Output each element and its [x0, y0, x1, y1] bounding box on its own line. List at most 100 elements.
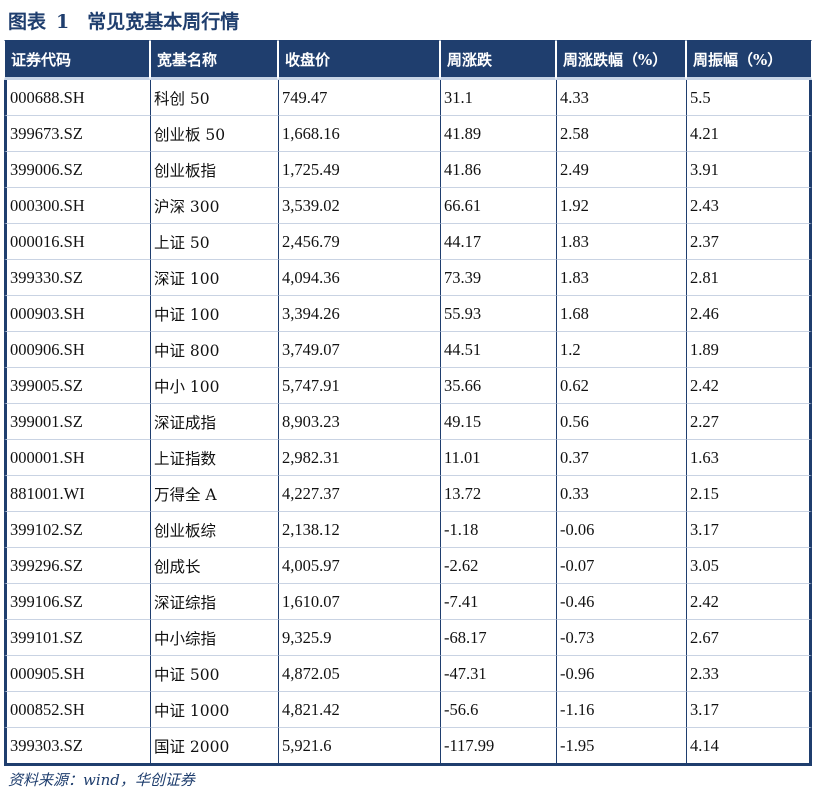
- cell-weekly-amplitude-pct: 3.17: [686, 692, 812, 728]
- header-close-price: 收盘价: [278, 40, 440, 80]
- cell-close-price: 1,610.07: [278, 584, 440, 620]
- header-security-code: 证券代码: [4, 40, 150, 80]
- index-quote-table: 证券代码 宽基名称 收盘价 周涨跌 周涨跌幅（%） 周振幅（%） 000688.…: [4, 40, 812, 766]
- table-row: 399296.SZ 创成长 4,005.97 -2.62 -0.07 3.05: [4, 548, 812, 584]
- cell-weekly-change: 35.66: [440, 368, 556, 404]
- cell-security-code: 399673.SZ: [4, 116, 150, 152]
- cell-weekly-amplitude-pct: 2.43: [686, 188, 812, 224]
- cell-weekly-change-pct: 0.62: [556, 368, 686, 404]
- cell-weekly-change: 49.15: [440, 404, 556, 440]
- cell-security-code: 399001.SZ: [4, 404, 150, 440]
- cell-weekly-change-pct: 0.56: [556, 404, 686, 440]
- cell-weekly-amplitude-pct: 2.67: [686, 620, 812, 656]
- cell-close-price: 3,749.07: [278, 332, 440, 368]
- cell-security-code: 399006.SZ: [4, 152, 150, 188]
- cell-index-name: 科创 50: [150, 80, 278, 116]
- cell-index-name: 创业板 50: [150, 116, 278, 152]
- cell-index-name: 中证 800: [150, 332, 278, 368]
- cell-security-code: 881001.WI: [4, 476, 150, 512]
- cell-weekly-amplitude-pct: 3.05: [686, 548, 812, 584]
- cell-weekly-change-pct: 0.33: [556, 476, 686, 512]
- cell-weekly-amplitude-pct: 2.37: [686, 224, 812, 260]
- cell-weekly-amplitude-pct: 2.27: [686, 404, 812, 440]
- cell-weekly-change: 31.1: [440, 80, 556, 116]
- table-row: 000903.SH 中证 100 3,394.26 55.93 1.68 2.46: [4, 296, 812, 332]
- cell-security-code: 000852.SH: [4, 692, 150, 728]
- cell-weekly-change-pct: 2.58: [556, 116, 686, 152]
- figure-title-text: 常见宽基本周行情: [87, 11, 240, 33]
- cell-index-name: 中证 1000: [150, 692, 278, 728]
- cell-close-price: 9,325.9: [278, 620, 440, 656]
- cell-weekly-change-pct: 1.92: [556, 188, 686, 224]
- cell-weekly-change: 55.93: [440, 296, 556, 332]
- cell-close-price: 5,747.91: [278, 368, 440, 404]
- table-row: 000688.SH 科创 50 749.47 31.1 4.33 5.5: [4, 80, 812, 116]
- cell-index-name: 深证 100: [150, 260, 278, 296]
- table-row: 000300.SH 沪深 300 3,539.02 66.61 1.92 2.43: [4, 188, 812, 224]
- cell-close-price: 4,872.05: [278, 656, 440, 692]
- cell-weekly-change-pct: 1.83: [556, 260, 686, 296]
- cell-weekly-amplitude-pct: 2.46: [686, 296, 812, 332]
- cell-weekly-change-pct: 1.83: [556, 224, 686, 260]
- cell-close-price: 5,921.6: [278, 728, 440, 766]
- cell-index-name: 深证成指: [150, 404, 278, 440]
- cell-index-name: 中证 500: [150, 656, 278, 692]
- cell-index-name: 万得全 A: [150, 476, 278, 512]
- cell-weekly-change-pct: 2.49: [556, 152, 686, 188]
- cell-weekly-change: -68.17: [440, 620, 556, 656]
- cell-weekly-change-pct: -0.96: [556, 656, 686, 692]
- source-note: 资料来源：wind，华创证券: [8, 771, 195, 789]
- cell-security-code: 399101.SZ: [4, 620, 150, 656]
- cell-security-code: 399303.SZ: [4, 728, 150, 766]
- cell-security-code: 000300.SH: [4, 188, 150, 224]
- cell-weekly-change: -117.99: [440, 728, 556, 766]
- table-row: 399001.SZ 深证成指 8,903.23 49.15 0.56 2.27: [4, 404, 812, 440]
- cell-security-code: 000001.SH: [4, 440, 150, 476]
- header-weekly-change-pct: 周涨跌幅（%）: [556, 40, 686, 80]
- cell-weekly-amplitude-pct: 4.21: [686, 116, 812, 152]
- cell-weekly-change: 41.86: [440, 152, 556, 188]
- cell-weekly-change: -47.31: [440, 656, 556, 692]
- header-weekly-amplitude-pct: 周振幅（%）: [686, 40, 812, 80]
- cell-weekly-change-pct: -0.06: [556, 512, 686, 548]
- cell-index-name: 上证 50: [150, 224, 278, 260]
- cell-weekly-change-pct: -0.73: [556, 620, 686, 656]
- cell-close-price: 2,982.31: [278, 440, 440, 476]
- table-row: 000905.SH 中证 500 4,872.05 -47.31 -0.96 2.33: [4, 656, 812, 692]
- table-row: 000852.SH 中证 1000 4,821.42 -56.6 -1.16 3.17: [4, 692, 812, 728]
- cell-index-name: 中证 100: [150, 296, 278, 332]
- cell-security-code: 000906.SH: [4, 332, 150, 368]
- cell-weekly-amplitude-pct: 2.33: [686, 656, 812, 692]
- header-weekly-change: 周涨跌: [440, 40, 556, 80]
- cell-index-name: 创业板综: [150, 512, 278, 548]
- table-row: 000001.SH 上证指数 2,982.31 11.01 0.37 1.63: [4, 440, 812, 476]
- cell-weekly-change: 66.61: [440, 188, 556, 224]
- cell-weekly-change-pct: 4.33: [556, 80, 686, 116]
- cell-weekly-amplitude-pct: 2.42: [686, 368, 812, 404]
- cell-close-price: 4,094.36: [278, 260, 440, 296]
- cell-weekly-amplitude-pct: 2.42: [686, 584, 812, 620]
- cell-index-name: 上证指数: [150, 440, 278, 476]
- cell-security-code: 399102.SZ: [4, 512, 150, 548]
- cell-weekly-change-pct: -0.46: [556, 584, 686, 620]
- cell-close-price: 3,394.26: [278, 296, 440, 332]
- cell-security-code: 399106.SZ: [4, 584, 150, 620]
- figure-title-number: 1: [56, 11, 70, 33]
- table-row: 399102.SZ 创业板综 2,138.12 -1.18 -0.06 3.17: [4, 512, 812, 548]
- table-row: 881001.WI 万得全 A 4,227.37 13.72 0.33 2.15: [4, 476, 812, 512]
- figure-title-prefix: 图表: [8, 11, 47, 33]
- table-row: 399303.SZ 国证 2000 5,921.6 -117.99 -1.95 4.14: [4, 728, 812, 766]
- cell-weekly-change: 41.89: [440, 116, 556, 152]
- cell-index-name: 创成长: [150, 548, 278, 584]
- figure-title: 图表 1 常见宽基本周行情: [8, 6, 239, 38]
- cell-weekly-amplitude-pct: 4.14: [686, 728, 812, 766]
- cell-weekly-change-pct: 1.2: [556, 332, 686, 368]
- header-index-name: 宽基名称: [150, 40, 278, 80]
- table-row: 399005.SZ 中小 100 5,747.91 35.66 0.62 2.42: [4, 368, 812, 404]
- cell-close-price: 3,539.02: [278, 188, 440, 224]
- table-row: 000906.SH 中证 800 3,749.07 44.51 1.2 1.89: [4, 332, 812, 368]
- cell-weekly-change-pct: 1.68: [556, 296, 686, 332]
- cell-close-price: 8,903.23: [278, 404, 440, 440]
- cell-close-price: 4,821.42: [278, 692, 440, 728]
- cell-security-code: 399330.SZ: [4, 260, 150, 296]
